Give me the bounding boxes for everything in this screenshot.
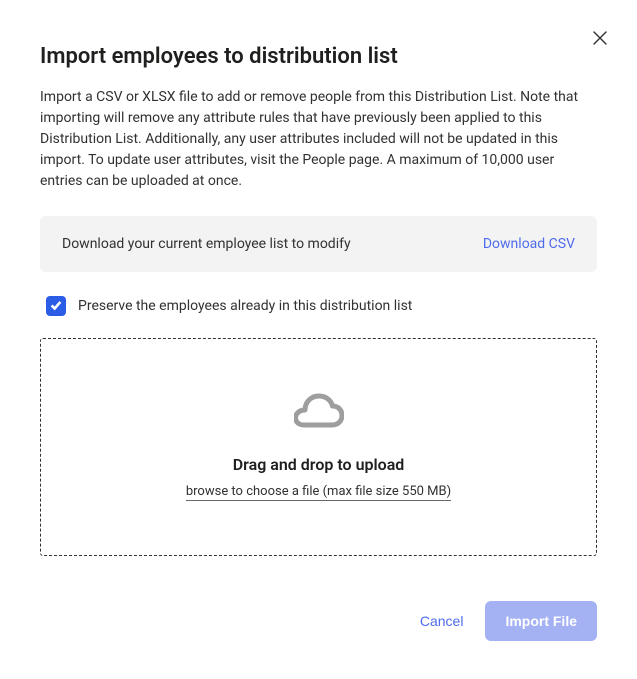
download-panel-text: Download your current employee list to m… [62, 236, 351, 252]
preserve-checkbox[interactable] [46, 296, 66, 316]
cloud-upload-icon [294, 393, 344, 437]
close-button[interactable] [585, 24, 615, 54]
preserve-checkbox-label: Preserve the employees already in this d… [78, 298, 412, 314]
dialog-footer: Cancel Import File [416, 601, 597, 641]
dropzone-browse-link[interactable]: browse to choose a file (max file size 5… [186, 484, 451, 501]
import-dialog: Import employees to distribution list Im… [0, 0, 637, 679]
dropzone-title: Drag and drop to upload [233, 455, 405, 474]
cancel-button[interactable]: Cancel [416, 605, 468, 637]
dialog-title: Import employees to distribution list [40, 44, 597, 69]
preserve-checkbox-row: Preserve the employees already in this d… [40, 296, 597, 316]
dialog-description: Import a CSV or XLSX file to add or remo… [40, 87, 597, 192]
import-file-button[interactable]: Import File [485, 601, 597, 641]
download-panel: Download your current employee list to m… [40, 216, 597, 272]
close-icon [592, 30, 608, 49]
file-dropzone[interactable]: Drag and drop to upload browse to choose… [40, 338, 597, 556]
download-csv-link[interactable]: Download CSV [483, 236, 575, 252]
check-icon [49, 297, 63, 316]
